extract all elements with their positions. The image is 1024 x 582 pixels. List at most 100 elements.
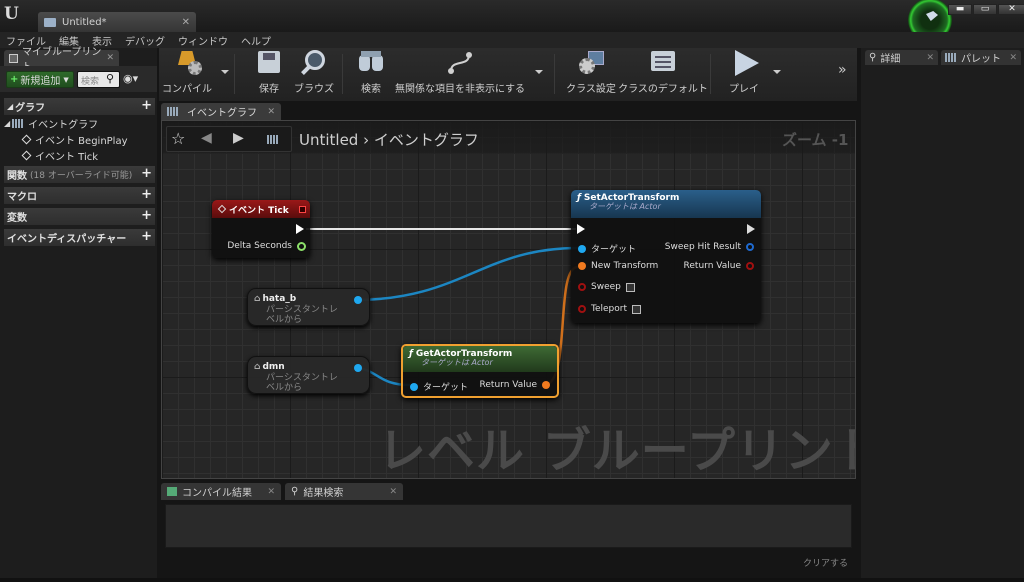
graph-breadcrumb-bar: ☆ ◀ ▶ Untitled › イベントグラフ ズーム -1 <box>162 121 855 154</box>
event-graph-tab[interactable]: イベントグラフ ✕ <box>161 103 281 120</box>
add-new-button[interactable]: + 新規追加 ▼ <box>6 71 74 88</box>
section-variables[interactable]: 変数 + <box>4 208 155 225</box>
get-actor-transform-node[interactable]: ƒ GetActorTransform ターゲットは Actor ターゲット Re… <box>401 344 559 398</box>
sweep-pin[interactable]: Sweep <box>573 282 635 292</box>
tree-item-begin-play[interactable]: イベント BeginPlay <box>21 132 128 147</box>
section-graphs[interactable]: ◢ グラフ + <box>4 98 155 115</box>
browse-button[interactable]: ブラウズ <box>292 48 336 101</box>
breadcrumb-root[interactable]: Untitled <box>299 131 358 149</box>
clear-button[interactable]: クリアする <box>803 556 848 569</box>
graph-list-icon[interactable] <box>267 135 279 144</box>
favorite-star-icon[interactable]: ☆ <box>171 129 185 148</box>
document-tab[interactable]: Untitled* ✕ <box>38 12 196 32</box>
close-tab-icon[interactable]: ✕ <box>389 487 397 497</box>
toolbar-overflow-icon[interactable]: » <box>838 62 847 78</box>
toolbar-separator <box>710 54 711 94</box>
set-actor-transform-node[interactable]: ƒ SetActorTransform ターゲットは Actor ターゲット Ne… <box>571 190 761 323</box>
delegate-pin-icon[interactable] <box>299 205 306 213</box>
add-macro-button[interactable]: + <box>141 188 152 202</box>
add-dispatcher-button[interactable]: + <box>141 230 152 244</box>
close-window-button[interactable]: ✕ <box>998 4 1024 15</box>
compile-button[interactable]: コンパイル <box>161 48 213 101</box>
graph-canvas[interactable]: ☆ ◀ ▶ Untitled › イベントグラフ ズーム -1 レベル ブループ… <box>161 120 856 479</box>
my-blueprint-tab[interactable]: マイブループリント ✕ <box>4 47 119 73</box>
bool-pin-icon <box>578 283 586 291</box>
tree-item-label: イベント BeginPlay <box>35 136 128 147</box>
delta-seconds-pin[interactable]: Delta Seconds <box>227 241 306 251</box>
target-pin[interactable]: ターゲット <box>573 242 636 255</box>
close-tab-icon[interactable]: ✕ <box>267 487 275 497</box>
section-functions[interactable]: 関数 (18 オーバーライド可能) + <box>4 166 155 183</box>
find-button[interactable]: 検索 <box>352 48 390 101</box>
add-variable-button[interactable]: + <box>141 209 152 223</box>
back-arrow-icon[interactable]: ◀ <box>201 130 212 146</box>
section-macros[interactable]: マクロ + <box>4 187 155 204</box>
exec-out-pin[interactable] <box>296 224 304 234</box>
transform-pin-icon <box>542 381 550 389</box>
struct-pin-icon <box>746 243 754 251</box>
menu-debug[interactable]: デバッグ <box>125 33 165 48</box>
save-disk-icon <box>254 49 284 77</box>
class-settings-gear-icon <box>576 49 606 77</box>
exec-in-pin[interactable] <box>577 224 585 234</box>
menu-help[interactable]: ヘルプ <box>241 33 271 48</box>
bool-pin-icon <box>578 305 586 313</box>
play-button[interactable]: プレイ <box>722 48 766 101</box>
close-tab-icon[interactable]: ✕ <box>267 107 275 117</box>
details-tab[interactable]: ⚲ 詳細 ✕ <box>865 50 938 65</box>
unreal-logo-icon: U <box>4 4 19 24</box>
return-value-label: Return Value <box>479 380 537 390</box>
object-pin-icon[interactable] <box>354 296 362 304</box>
tree-item-event-graph[interactable]: ◢ イベントグラフ <box>4 116 98 131</box>
graph-watermark: レベル ブループリント <box>378 423 856 479</box>
hide-unrelated-button[interactable]: 無関係な項目を非表示にする <box>395 48 525 101</box>
object-pin-icon[interactable] <box>354 364 362 372</box>
exec-pin-icon <box>296 224 304 234</box>
forward-arrow-icon[interactable]: ▶ <box>233 130 244 146</box>
add-graph-button[interactable]: + <box>141 99 152 113</box>
sweep-hit-result-pin[interactable]: Sweep Hit Result <box>665 242 759 252</box>
save-button[interactable]: 保存 <box>249 48 289 101</box>
add-function-button[interactable]: + <box>141 167 152 181</box>
class-settings-button[interactable]: クラス設定 <box>565 48 617 101</box>
hide-unrelated-label: 無関係な項目を非表示にする <box>394 84 526 95</box>
browse-magnifier-icon <box>299 49 329 77</box>
teleport-pin[interactable]: Teleport <box>573 304 641 314</box>
sweep-checkbox[interactable] <box>625 282 635 292</box>
target-pin[interactable]: ターゲット <box>405 380 468 393</box>
view-options-eye-icon[interactable]: ◉▾ <box>123 73 138 84</box>
exec-out-pin[interactable] <box>747 224 755 234</box>
close-tab-icon[interactable]: ✕ <box>182 17 190 28</box>
search-icon[interactable]: ⚲ <box>106 73 118 85</box>
toolbar-separator <box>554 54 555 94</box>
sweep-label: Sweep <box>591 282 621 292</box>
compile-results-tab[interactable]: コンパイル結果 ✕ <box>161 483 281 500</box>
hata-b-variable-node[interactable]: ⌂ hata_b パーシスタントレベルから <box>247 288 370 326</box>
bottom-tabs: コンパイル結果 ✕ ⚲ 結果検索 ✕ <box>161 483 856 501</box>
teleport-checkbox[interactable] <box>632 304 641 314</box>
event-tick-node[interactable]: イベント Tick Delta Seconds <box>212 200 310 258</box>
object-pin-icon <box>578 244 586 253</box>
menu-window[interactable]: ウィンドウ <box>178 33 228 48</box>
maximize-button[interactable]: ▭ <box>973 4 997 15</box>
my-blueprint-panel: マイブループリント ✕ + 新規追加 ▼ 検索 ⚲ ◉▾ ◢ グラフ + ◢ イ… <box>0 47 157 582</box>
tree-item-tick[interactable]: イベント Tick <box>21 148 98 163</box>
compile-options-chevron-icon[interactable] <box>221 70 229 74</box>
minimize-button[interactable]: ▬ <box>948 4 972 15</box>
close-tab-icon[interactable]: ✕ <box>106 53 114 63</box>
find-results-tab[interactable]: ⚲ 結果検索 ✕ <box>285 483 403 500</box>
new-transform-pin[interactable]: New Transform <box>573 261 658 271</box>
return-value-pin[interactable]: Return Value <box>480 380 555 390</box>
dmn-variable-node[interactable]: ⌂ dmn パーシスタントレベルから <box>247 356 370 394</box>
section-event-dispatchers[interactable]: イベントディスパッチャー + <box>4 229 155 246</box>
close-tab-icon[interactable]: ✕ <box>926 53 934 63</box>
close-tab-icon[interactable]: ✕ <box>1009 53 1017 63</box>
zoom-level: ズーム -1 <box>782 131 849 149</box>
section-functions-label: 関数 <box>7 171 27 182</box>
palette-tab[interactable]: パレット ✕ <box>941 50 1021 65</box>
return-value-pin[interactable]: Return Value <box>684 261 759 271</box>
play-options-chevron-icon[interactable] <box>773 70 781 74</box>
hide-unrelated-chevron-icon[interactable] <box>535 70 543 74</box>
toolbar-separator <box>342 54 343 94</box>
class-defaults-button[interactable]: クラスのデフォルト <box>618 48 708 101</box>
